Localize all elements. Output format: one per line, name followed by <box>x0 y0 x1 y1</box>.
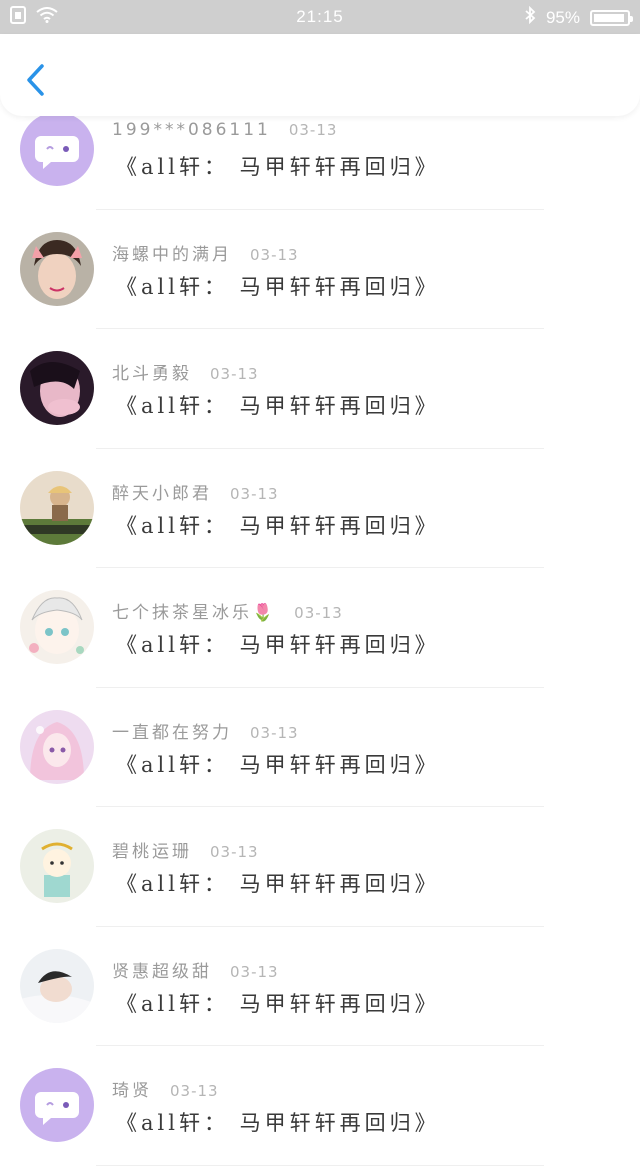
username[interactable]: 七个抹茶星冰乐🌷 <box>112 603 276 623</box>
comment-date: 03-13 <box>230 484 279 503</box>
comment-date: 03-13 <box>170 1082 219 1100</box>
photo-field-avatar-image <box>20 470 94 545</box>
chevron-left-icon <box>27 64 44 96</box>
comment-date: 03-13 <box>210 843 259 861</box>
anime-pink-avatar-image <box>20 709 94 784</box>
comment-text: 《all轩： 马甲轩轩再回归》 <box>116 1111 440 1135</box>
comment-text: 《all轩： 马甲轩轩再回归》 <box>116 872 440 896</box>
comment-meta: 碧桃运珊 03-13 <box>112 837 259 862</box>
comment-date: 03-13 <box>230 962 279 981</box>
comment-list: 199***086111 03-13 《all轩： 马甲轩轩再回归》 海螺中的满月… <box>0 90 640 1166</box>
comment-date: 03-13 <box>250 723 299 742</box>
comment-meta: 一直都在努力 03-13 <box>112 718 299 743</box>
comment-row[interactable]: 碧桃运珊 03-13 《all轩： 马甲轩轩再回归》 <box>0 807 640 927</box>
chat-bubble-avatar-image <box>20 112 94 186</box>
avatar[interactable] <box>20 351 94 425</box>
username[interactable]: 海螺中的满月 <box>112 245 232 265</box>
username[interactable]: 琦贤 <box>112 1081 152 1101</box>
username[interactable]: 贤惠超级甜 <box>112 962 212 982</box>
comment-row[interactable]: 海螺中的满月 03-13 《all轩： 马甲轩轩再回归》 <box>0 210 640 329</box>
comment-text: 《all轩： 马甲轩轩再回归》 <box>116 513 440 538</box>
comment-text: 《all轩： 马甲轩轩再回归》 <box>116 752 440 777</box>
comment-date: 03-13 <box>210 365 259 383</box>
avatar[interactable] <box>20 470 94 545</box>
comment-meta: 北斗勇毅 03-13 <box>112 359 259 384</box>
comment-text: 《all轩： 马甲轩轩再回归》 <box>116 991 440 1016</box>
bluetooth-icon <box>524 5 536 29</box>
battery-icon <box>590 9 633 26</box>
avatar[interactable] <box>20 948 94 1023</box>
username[interactable]: 北斗勇毅 <box>112 364 192 384</box>
comment-date: 03-13 <box>294 604 343 622</box>
comment-row[interactable]: 醉天小郎君 03-13 《all轩： 马甲轩轩再回归》 <box>0 449 640 568</box>
comment-text: 《all轩： 马甲轩轩再回归》 <box>116 274 440 299</box>
comment-row[interactable]: 北斗勇毅 03-13 《all轩： 马甲轩轩再回归》 <box>0 329 640 449</box>
comment-date: 03-13 <box>288 121 338 139</box>
username[interactable]: 碧桃运珊 <box>112 842 192 862</box>
username[interactable]: 醉天小郎君 <box>112 484 212 504</box>
comment-row[interactable]: 一直都在努力 03-13 《all轩： 马甲轩轩再回归》 <box>0 688 640 807</box>
comment-row[interactable]: 七个抹茶星冰乐🌷 03-13 《all轩： 马甲轩轩再回归》 <box>0 568 640 688</box>
comment-meta: 醉天小郎君 03-13 <box>112 479 279 504</box>
avatar[interactable] <box>20 590 94 664</box>
top-nav-bar <box>0 34 640 116</box>
cartoon-boy-avatar-image <box>20 829 94 903</box>
battery-percent: 95% <box>545 7 580 27</box>
divider <box>96 1164 544 1166</box>
comment-row[interactable]: 贤惠超级甜 03-13 《all轩： 马甲轩轩再回归》 <box>0 927 640 1046</box>
avatar[interactable] <box>20 231 94 306</box>
avatar[interactable] <box>20 829 94 903</box>
comment-text: 《all轩： 马甲轩轩再回归》 <box>116 633 440 657</box>
back-button[interactable] <box>22 62 52 98</box>
avatar[interactable] <box>20 112 94 186</box>
comment-text: 《all轩： 马甲轩轩再回归》 <box>116 155 440 179</box>
username[interactable]: 199***086111 <box>112 120 271 140</box>
avatar[interactable] <box>20 1068 94 1142</box>
avatar[interactable] <box>20 709 94 784</box>
comment-date: 03-13 <box>250 245 299 264</box>
photo-sleep-avatar-image <box>20 948 94 1023</box>
battery-level <box>594 13 625 22</box>
comment-meta: 海螺中的满月 03-13 <box>112 240 299 265</box>
comment-meta: 七个抹茶星冰乐🌷 03-13 <box>112 598 343 623</box>
photo-boy-avatar-image <box>20 231 94 306</box>
comment-meta: 贤惠超级甜 03-13 <box>112 957 279 982</box>
status-bar: 21:15 95% <box>0 0 640 34</box>
comment-row[interactable]: 琦贤 03-13 《all轩： 马甲轩轩再回归》 <box>0 1046 640 1166</box>
anime-girl-avatar-image <box>20 590 94 664</box>
chat-bubble-avatar-image <box>20 1068 94 1142</box>
comment-meta: 199***086111 03-13 <box>112 120 337 140</box>
photo-dark-avatar-image <box>20 351 94 425</box>
comment-text: 《all轩： 马甲轩轩再回归》 <box>116 394 440 418</box>
comment-meta: 琦贤 03-13 <box>112 1076 219 1101</box>
username[interactable]: 一直都在努力 <box>112 723 232 743</box>
